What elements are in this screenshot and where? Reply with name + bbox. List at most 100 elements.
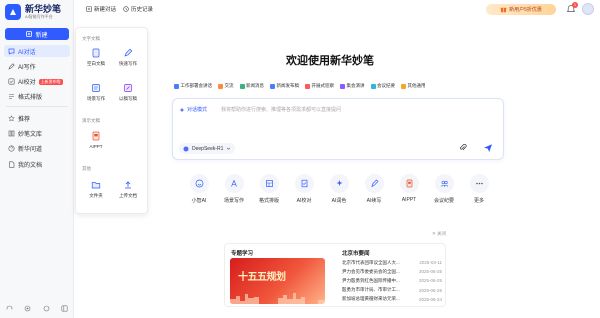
shortcut-item[interactable]: 会议纪要 bbox=[429, 174, 459, 204]
scenario-icon bbox=[174, 83, 179, 89]
send-button[interactable] bbox=[483, 143, 493, 153]
sidebar-item-recommend[interactable]: 推荐 bbox=[4, 112, 70, 124]
menu-item-folder[interactable]: 文件夹 bbox=[84, 180, 108, 199]
menu-item-label: 快速写作 bbox=[119, 61, 137, 66]
tool-label: 会议纪要 bbox=[377, 83, 395, 88]
brand-subtitle: AI智能写作平台 bbox=[25, 14, 53, 19]
top-bar: 新建对话 历史记录 新用户5折优惠 1 bbox=[74, 0, 600, 18]
news-list: 北京市代表团审议全国人大... 2025-03-11 尹力会见市委委员会的全国..… bbox=[342, 258, 442, 304]
tool-chip[interactable]: 工作部署会讲话 bbox=[172, 81, 214, 91]
news-date: 2025-06-25 bbox=[418, 278, 442, 284]
chat-placeholder: 我将帮助你进行搜索、推理等各项需求都可以直接提问 bbox=[221, 107, 342, 113]
scenario-icon bbox=[218, 83, 223, 89]
menu-section-ppt: 演示文稿 bbox=[82, 118, 100, 123]
menu-item-draft-writing[interactable]: 以稿写稿 bbox=[116, 83, 140, 102]
news-item[interactable]: 尹力会见市委委员会的全国... 2025-06-25 bbox=[342, 267, 442, 276]
news-title: 新加坡总理黄循财来访元荣... bbox=[342, 296, 400, 302]
blank-doc-icon bbox=[91, 48, 101, 58]
news-item[interactable]: 尹力殷勇到红色国际传播中... 2025-06-25 bbox=[342, 276, 442, 285]
sidebar-item-format[interactable]: 格式排版 bbox=[4, 91, 70, 103]
deepseek-icon bbox=[183, 146, 189, 151]
tool-chip[interactable]: 交流 bbox=[216, 81, 236, 91]
sidebar-item-label: AI写作 bbox=[18, 64, 36, 71]
shortcut-item[interactable]: AI校对 bbox=[289, 174, 319, 204]
scenario-icon bbox=[239, 83, 245, 89]
new-chat-link[interactable]: 新建对话 bbox=[86, 5, 116, 13]
collapse-icon[interactable] bbox=[61, 304, 69, 312]
polish-icon bbox=[329, 174, 349, 193]
question-icon bbox=[8, 145, 15, 152]
tool-chip[interactable]: 新闻发布稿 bbox=[268, 81, 301, 91]
news-item[interactable]: 新加坡总理黄循财来访元荣... 2025-06-24 bbox=[342, 295, 442, 304]
sidebar: 新华妙笔 AI智能写作平台 新建 AI对话 AI写作 AI校对 上新发布啦 格式… bbox=[0, 0, 74, 318]
tool-chip[interactable]: 开展式巡察 bbox=[303, 81, 336, 91]
sidebar-item-ai-proofread[interactable]: AI校对 上新发布啦 bbox=[4, 76, 70, 88]
promo-label: 新用户5折优惠 bbox=[509, 7, 542, 13]
new-icon bbox=[26, 31, 33, 37]
sidebar-nav: AI对话 AI写作 AI校对 上新发布啦 格式排版 推荐 妙笔文库 新华问道 我… bbox=[4, 45, 70, 173]
sidebar-item-label: 新华问道 bbox=[18, 147, 43, 154]
headset-icon[interactable] bbox=[5, 304, 13, 312]
shortcut-item[interactable]: AIPPT bbox=[394, 174, 424, 203]
mode-tag[interactable]: 对话模式 bbox=[179, 106, 207, 113]
meeting-icon bbox=[434, 174, 454, 193]
menu-item-upload-doc[interactable]: 上传文档 bbox=[116, 180, 140, 199]
tool-label: 新闻消息 bbox=[246, 83, 264, 88]
model-selector[interactable]: DeepSeek-R1 bbox=[179, 143, 236, 154]
scenario-icon bbox=[305, 83, 310, 89]
close-cards-button[interactable]: ✕ 关闭 bbox=[432, 231, 446, 237]
news-item[interactable]: 北京市代表团审议全国人大... 2025-03-11 bbox=[342, 258, 442, 267]
tool-chip[interactable]: 会议纪要 bbox=[369, 81, 398, 91]
shortcut-item[interactable]: 场景写作 bbox=[219, 174, 249, 204]
shortcut-label: 更多 bbox=[473, 198, 484, 204]
shortcut-item[interactable]: 小智AI bbox=[184, 174, 214, 204]
scenario-icon bbox=[270, 83, 275, 89]
shortcut-item[interactable]: AI润色 bbox=[324, 174, 354, 204]
paperclip-icon bbox=[460, 143, 467, 151]
news-title: 尹力会见市委委员会的全国... bbox=[342, 268, 400, 274]
tool-chip[interactable]: 集会演讲 bbox=[338, 81, 367, 91]
scenario-icon bbox=[340, 83, 345, 89]
sidebar-item-my-docs[interactable]: 我的文档 bbox=[4, 158, 70, 170]
shortcut-item[interactable]: 格式排版 bbox=[254, 174, 284, 204]
tool-label: 新闻发布稿 bbox=[276, 83, 300, 88]
notification-bell[interactable]: 1 bbox=[566, 2, 578, 14]
help-icon[interactable] bbox=[42, 304, 50, 312]
folder-icon bbox=[91, 180, 101, 190]
chat-input-box[interactable]: 对话模式 我将帮助你进行搜索、推理等各项需求都可以直接提问 DeepSeek-R… bbox=[172, 98, 504, 160]
proofread-icon bbox=[294, 174, 314, 193]
new-user-promo-button[interactable]: 新用户5折优惠 bbox=[486, 4, 556, 15]
brand[interactable]: 新华妙笔 AI智能写作平台 bbox=[5, 4, 61, 20]
tool-chip[interactable]: 其他通用 bbox=[399, 81, 428, 91]
chevron-down-icon bbox=[227, 147, 231, 150]
avatar[interactable] bbox=[582, 3, 594, 15]
menu-item-ai-ppt[interactable]: AIPPT bbox=[84, 131, 108, 149]
sidebar-divider bbox=[6, 106, 68, 108]
shortcut-label: AI校对 bbox=[296, 198, 312, 204]
news-date: 2025-06-25 bbox=[418, 287, 442, 293]
menu-item-blank-doc[interactable]: 空白文稿 bbox=[84, 48, 108, 67]
library-icon bbox=[8, 130, 15, 137]
sidebar-item-ai-writing[interactable]: AI写作 bbox=[4, 60, 70, 72]
shortcut-label: 会议纪要 bbox=[433, 198, 454, 204]
menu-item-scene-writing[interactable]: 场景写作 bbox=[84, 83, 108, 102]
tool-chip[interactable]: 新闻消息 bbox=[238, 81, 267, 91]
news-item[interactable]: 殷勇为市审计局、市审计工... 2025-06-25 bbox=[342, 286, 442, 295]
new-chat-label: 新建对话 bbox=[94, 7, 117, 13]
scenario-toolbar: 工作部署会讲话 交流 新闻消息 新闻发布稿 开展式巡察 集会演讲 会议纪要 其他… bbox=[172, 80, 502, 92]
attachment-button[interactable] bbox=[459, 143, 467, 152]
new-button[interactable]: 新建 bbox=[5, 28, 69, 40]
sparkle-icon bbox=[179, 107, 185, 112]
sidebar-item-library[interactable]: 妙笔文库 bbox=[4, 127, 70, 139]
sidebar-item-ai-chat[interactable]: AI对话 bbox=[4, 45, 70, 57]
format-icon bbox=[8, 93, 15, 100]
shortcut-item[interactable]: AI续写 bbox=[359, 174, 389, 204]
study-banner[interactable]: 十五五规划 bbox=[230, 258, 325, 304]
menu-item-quick-writing[interactable]: 快速写作 bbox=[116, 48, 140, 67]
sidebar-item-xinhua-ask[interactable]: 新华问道 bbox=[4, 143, 70, 155]
shortcut-label: 小智AI bbox=[191, 198, 207, 204]
sidebar-item-label: 妙笔文库 bbox=[18, 131, 43, 138]
history-link[interactable]: 历史记录 bbox=[123, 5, 153, 13]
shortcut-item[interactable]: 更多 bbox=[464, 174, 494, 204]
settings-icon[interactable] bbox=[24, 304, 32, 312]
